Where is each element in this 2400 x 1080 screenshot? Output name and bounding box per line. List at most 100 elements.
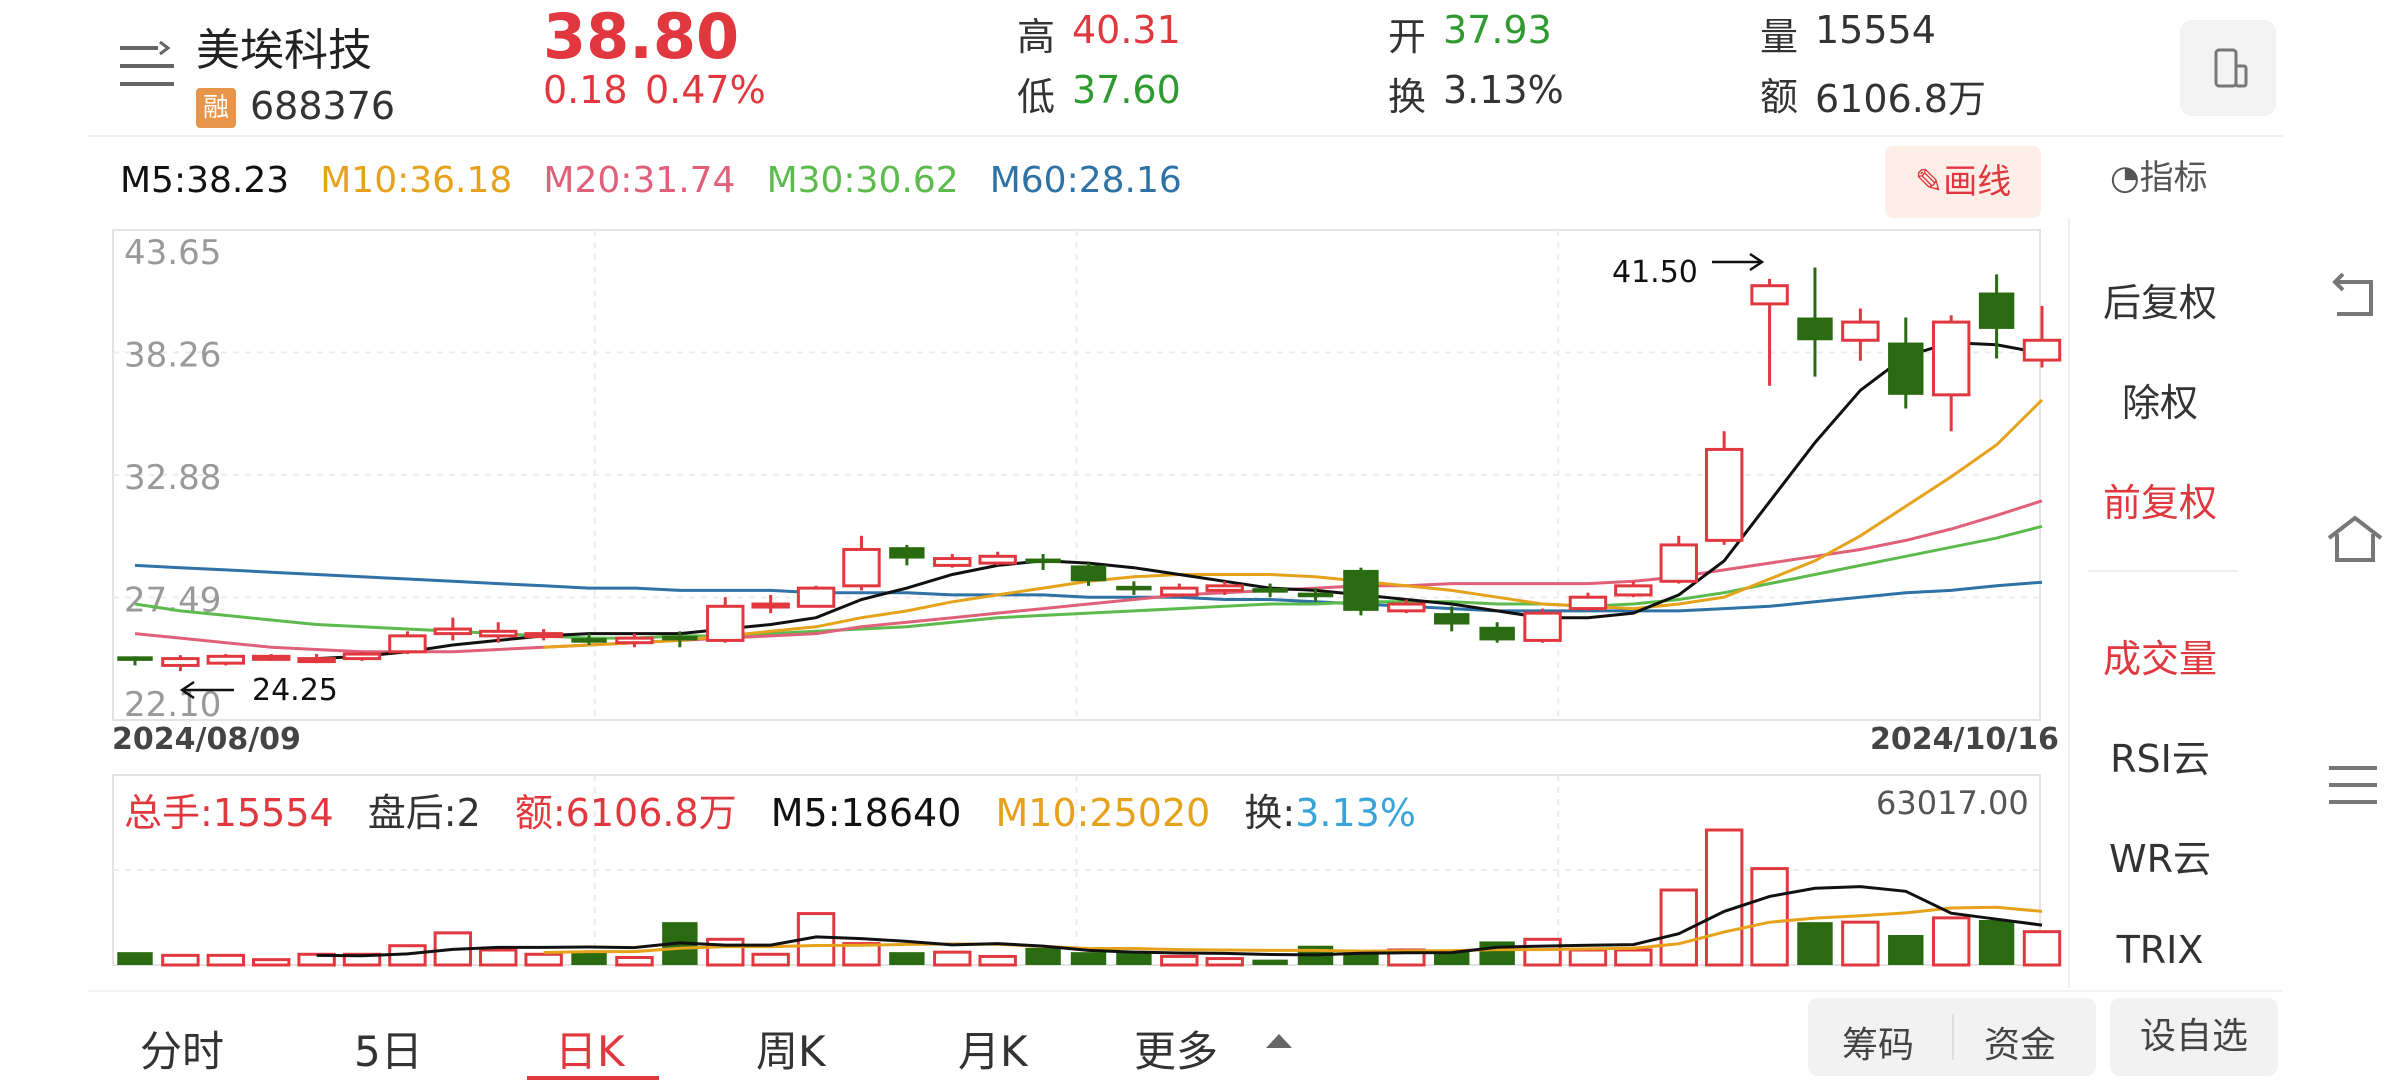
volume-bar bbox=[1116, 952, 1152, 965]
candle-body bbox=[297, 657, 336, 664]
hamburger-icon[interactable] bbox=[2325, 760, 2381, 814]
volume-bar bbox=[615, 956, 654, 967]
candle-body bbox=[117, 656, 153, 661]
rp-rsi[interactable]: RSI云 bbox=[2070, 728, 2250, 783]
caret-up-glyph bbox=[1266, 1034, 1292, 1048]
volume-bar bbox=[1025, 947, 1061, 965]
volume-bar bbox=[1931, 916, 1971, 967]
y-tick-label: 38.26 bbox=[124, 336, 221, 376]
rp-back-adjust[interactable]: 后复权 bbox=[2070, 272, 2250, 327]
vol-turnover-label: 换: bbox=[1244, 791, 1296, 835]
volume-bar bbox=[571, 952, 607, 965]
candle-body bbox=[1025, 558, 1061, 564]
candle-body bbox=[1479, 626, 1515, 641]
add-watchlist-button[interactable]: 设自选 bbox=[2110, 998, 2278, 1076]
more-caret-icon[interactable] bbox=[1264, 1030, 1294, 1054]
volume-bar bbox=[1479, 941, 1515, 965]
candle-body bbox=[479, 629, 518, 638]
candle-body bbox=[1659, 543, 1698, 583]
candle-body bbox=[978, 554, 1017, 565]
ma-line-m5 bbox=[316, 341, 2043, 661]
rp-wr[interactable]: WR云 bbox=[2070, 828, 2250, 883]
vol-max-label: 63017.00 bbox=[1876, 784, 2029, 822]
chips-button[interactable]: 筹码 bbox=[1842, 1016, 1914, 1068]
candle-body bbox=[1387, 602, 1426, 613]
candle-body bbox=[1568, 595, 1608, 611]
candle-body bbox=[1614, 584, 1653, 597]
volume-bar bbox=[1523, 937, 1562, 967]
low-annotation-label: 24.25 bbox=[252, 673, 338, 708]
candle-body bbox=[1343, 569, 1379, 611]
volume-bar bbox=[1205, 957, 1244, 967]
candle-body bbox=[1116, 585, 1152, 591]
volume-bar bbox=[933, 950, 972, 967]
volume-bar bbox=[1750, 867, 1789, 967]
high-annotation-label: 41.50 bbox=[1612, 255, 1698, 290]
candle-body bbox=[662, 635, 698, 641]
candle-body bbox=[1841, 320, 1880, 342]
candle-body bbox=[796, 586, 836, 608]
candle-body bbox=[571, 638, 607, 643]
volume-bar bbox=[1252, 959, 1288, 965]
kline-chart[interactable]: 43.6538.2632.8827.4922.1041.5024.25 bbox=[0, 0, 2400, 1080]
tab-intraday[interactable]: 分时 bbox=[140, 1018, 224, 1079]
chips-funds-divider bbox=[1952, 1014, 1954, 1060]
candle-body bbox=[1252, 588, 1288, 593]
ma-line-m10 bbox=[543, 398, 2044, 649]
candle-body bbox=[524, 632, 563, 639]
tab-monthly-k[interactable]: 月K bbox=[958, 1018, 1028, 1079]
add-watchlist-label: 设自选 bbox=[2139, 1016, 2248, 1057]
volume-bar bbox=[252, 958, 291, 967]
volume-bar bbox=[1978, 920, 2015, 965]
volume-bar bbox=[1841, 920, 1880, 967]
candle-body bbox=[1434, 613, 1470, 625]
volume-bar bbox=[1070, 952, 1107, 965]
volume-bar bbox=[479, 948, 518, 967]
candle-body bbox=[388, 634, 427, 654]
volume-bar bbox=[117, 952, 153, 965]
rp-trix[interactable]: TRIX bbox=[2070, 928, 2250, 974]
vol-amount: 额:6106.8万 bbox=[514, 791, 737, 835]
volume-bar bbox=[751, 952, 790, 967]
candle-body bbox=[2022, 338, 2062, 362]
tab-weekly-k[interactable]: 周K bbox=[756, 1018, 826, 1079]
x-end-date: 2024/10/16 bbox=[1870, 722, 2059, 757]
candle-body bbox=[889, 547, 925, 559]
vol-m5: M5:18640 bbox=[770, 791, 962, 835]
vol-m10: M10:25020 bbox=[995, 791, 1211, 835]
volume-bar bbox=[206, 953, 246, 967]
home-icon[interactable] bbox=[2325, 512, 2385, 572]
candle-body bbox=[433, 627, 473, 636]
volume-bar bbox=[1797, 922, 1833, 965]
rp-divider bbox=[2088, 570, 2238, 572]
candle-body bbox=[1523, 611, 1562, 642]
rp-volume[interactable]: 成交量 bbox=[2070, 628, 2250, 683]
back-arrow-glyph bbox=[2332, 272, 2373, 316]
x-start-date: 2024/08/09 bbox=[112, 722, 301, 757]
volume-bar bbox=[161, 953, 200, 967]
candle-body bbox=[1070, 565, 1107, 582]
tab-daily-k[interactable]: 日K bbox=[555, 1018, 625, 1079]
tab-5day[interactable]: 5日 bbox=[354, 1018, 423, 1079]
bottom-divider bbox=[88, 990, 2283, 992]
candle-body bbox=[1205, 584, 1244, 592]
volume-bar bbox=[1568, 948, 1608, 967]
rp-forward-adjust[interactable]: 前复权 bbox=[2070, 472, 2250, 527]
rp-ex-rights[interactable]: 除权 bbox=[2070, 372, 2250, 427]
vol-turnover-value: 3.13% bbox=[1295, 791, 1416, 835]
funds-button[interactable]: 资金 bbox=[1984, 1016, 2056, 1068]
tab-more[interactable]: 更多 bbox=[1134, 1018, 1218, 1079]
back-icon[interactable] bbox=[2325, 270, 2381, 330]
volume-bar bbox=[2022, 930, 2062, 967]
candle-body bbox=[751, 602, 790, 609]
candle-body bbox=[252, 654, 291, 661]
vol-after-hours: 盘后:2 bbox=[367, 791, 481, 835]
candle-body bbox=[161, 657, 200, 667]
volume-bar bbox=[1614, 948, 1653, 967]
candle-body bbox=[1160, 586, 1199, 597]
active-tab-indicator bbox=[527, 1076, 659, 1080]
hamburger-glyph bbox=[2329, 766, 2377, 804]
candle-body bbox=[206, 654, 246, 665]
volume-bar bbox=[1704, 828, 1744, 967]
volume-bar bbox=[1160, 954, 1199, 967]
